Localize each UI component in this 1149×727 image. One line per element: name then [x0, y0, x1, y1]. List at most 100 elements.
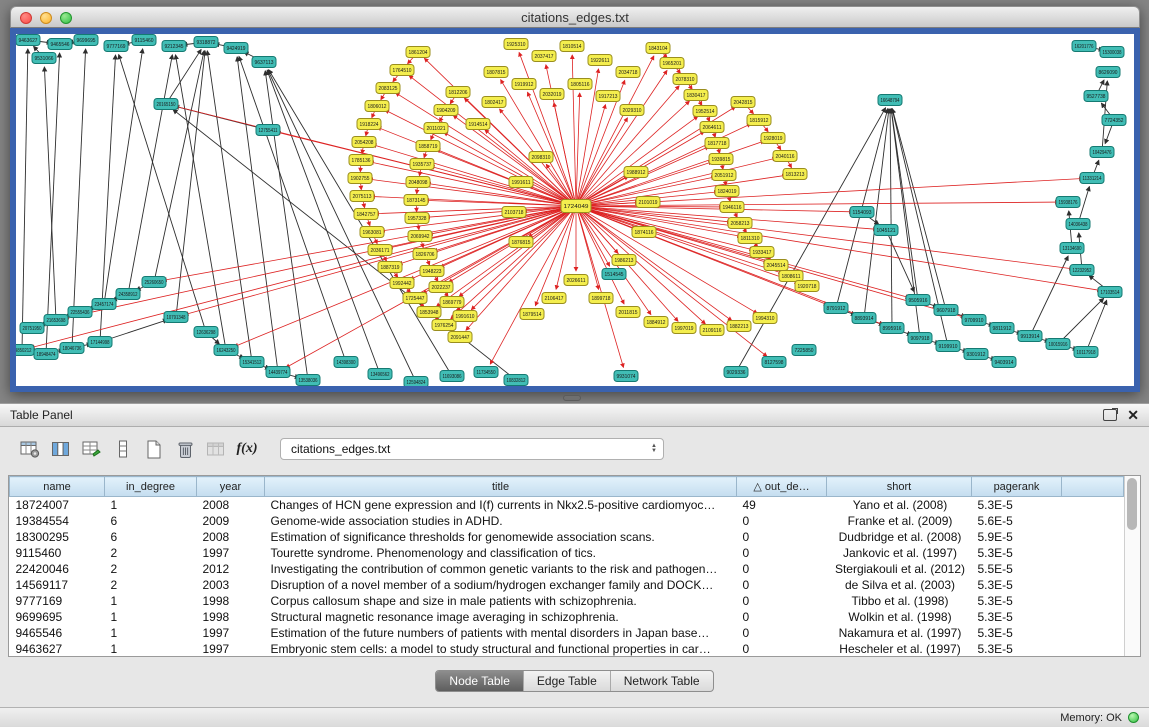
network-node[interactable]: 1997019	[672, 323, 696, 334]
network-node[interactable]: 9199910	[936, 341, 960, 352]
network-node[interactable]: 14398300	[334, 357, 358, 368]
network-node[interactable]: 2042815	[731, 97, 755, 108]
network-node[interactable]: 1802417	[482, 97, 506, 108]
tab-node-table[interactable]: Node Table	[436, 671, 523, 691]
network-node[interactable]: 16201776	[1072, 41, 1096, 52]
network-node[interactable]: 7225850	[792, 345, 816, 356]
network-canvas[interactable]: 1724049186120417645102083125180601219182…	[16, 34, 1134, 386]
column-header-out-degree[interactable]: △ out_de…	[737, 477, 827, 497]
network-node[interactable]: 1994310	[753, 313, 777, 324]
table-row[interactable]: 9699695 1 1998 Structural magnetic reson…	[10, 609, 1124, 625]
network-node[interactable]: 1918224	[357, 119, 381, 130]
network-node[interactable]: 2034718	[616, 67, 640, 78]
table-select-dropdown[interactable]: citations_edges.txt ▲▼	[280, 438, 664, 460]
network-node[interactable]: 9463627	[16, 35, 40, 46]
delete-icon[interactable]	[171, 436, 199, 462]
network-node[interactable]: 2075113	[350, 191, 374, 202]
network-node[interactable]: 18046736	[60, 343, 84, 354]
network-node[interactable]: 9777169	[104, 41, 128, 52]
network-node[interactable]: 1957328	[405, 213, 429, 224]
network-node[interactable]: 23457174	[92, 299, 116, 310]
network-node[interactable]: 12755411	[256, 125, 280, 136]
network-node[interactable]: 2011021	[424, 123, 448, 134]
network-node[interactable]: 1928019	[761, 133, 785, 144]
network-node[interactable]: 2103718	[502, 207, 526, 218]
network-node[interactable]: 1882213	[727, 321, 751, 332]
network-node[interactable]: 2048098	[406, 177, 430, 188]
network-node[interactable]: 1154093	[850, 207, 874, 218]
zoom-window-button[interactable]	[60, 12, 72, 24]
network-node[interactable]: 1810514	[560, 41, 584, 52]
network-node[interactable]: 9301912	[964, 349, 988, 360]
edit-table-icon[interactable]	[78, 436, 106, 462]
network-node[interactable]: 9527738	[1084, 91, 1108, 102]
network-node[interactable]: 1813213	[783, 169, 807, 180]
network-node[interactable]: 9424919	[224, 43, 248, 54]
tab-edge-table[interactable]: Edge Table	[523, 671, 610, 691]
table-scrollbar[interactable]	[1124, 476, 1140, 656]
network-node[interactable]: 2083125	[376, 83, 400, 94]
network-node[interactable]: 1843104	[646, 43, 670, 54]
network-node[interactable]: 1817718	[705, 138, 729, 149]
network-node[interactable]: 1805116	[568, 79, 592, 90]
show-columns-icon[interactable]	[47, 436, 75, 462]
network-node[interactable]: 9505916	[906, 295, 930, 306]
minimize-window-button[interactable]	[40, 12, 52, 24]
network-node[interactable]: 2037417	[532, 51, 556, 62]
network-node[interactable]: 1914514	[466, 119, 490, 130]
float-panel-icon[interactable]	[1103, 409, 1117, 421]
network-node[interactable]: 10117918	[1074, 347, 1098, 358]
network-node[interactable]: 1935737	[410, 159, 434, 170]
network-node[interactable]: 2022237	[429, 282, 453, 293]
table-row[interactable]: 9465546 1 1997 Estimation of the future …	[10, 625, 1124, 641]
network-node[interactable]: 1952514	[693, 106, 717, 117]
network-node[interactable]: 24358912	[116, 289, 140, 300]
import-table-icon[interactable]	[202, 436, 230, 462]
network-node[interactable]: 8791912	[824, 303, 848, 314]
network-node[interactable]: 22555436	[68, 307, 92, 318]
column-header-title[interactable]: title	[265, 477, 737, 497]
network-node[interactable]: 19850212	[16, 345, 34, 356]
network-node[interactable]: 14036438	[1066, 219, 1090, 230]
table-row[interactable]: 9777169 1 1998 Corpus callosum shape and…	[10, 593, 1124, 609]
network-node[interactable]: 9097918	[908, 333, 932, 344]
network-node[interactable]: 1963081	[360, 227, 384, 238]
table-row[interactable]: 9463627 1 1997 Embryonic stem cells: a m…	[10, 641, 1124, 657]
network-node[interactable]: 2036171	[368, 245, 392, 256]
network-node[interactable]: 2054208	[352, 137, 376, 148]
network-node[interactable]: 15341512	[240, 357, 264, 368]
network-node[interactable]: 1925310	[504, 39, 528, 50]
network-node[interactable]: 1830417	[684, 90, 708, 101]
network-node[interactable]: 2078310	[673, 74, 697, 85]
network-node[interactable]: 9913914	[1018, 331, 1042, 342]
network-node[interactable]: 9931074	[614, 371, 638, 382]
table-scrollbar-thumb[interactable]	[1127, 478, 1137, 530]
network-node[interactable]: 1873145	[404, 195, 428, 206]
network-node[interactable]: 10429476	[1090, 147, 1114, 158]
network-node[interactable]: 1853948	[417, 307, 441, 318]
network-node[interactable]: 9637113	[252, 57, 276, 68]
network-node[interactable]: 1933417	[750, 247, 774, 258]
network-node[interactable]: 14439774	[266, 367, 290, 378]
network-node[interactable]: 1876815	[509, 237, 533, 248]
network-node[interactable]: 8626090	[1096, 67, 1120, 78]
function-icon[interactable]: f(x)	[233, 436, 261, 462]
network-node[interactable]: 2106417	[542, 293, 566, 304]
network-node[interactable]: 2026611	[564, 275, 588, 286]
panel-resize-handle[interactable]	[563, 395, 581, 401]
network-node[interactable]: 2051912	[712, 170, 736, 181]
network-node[interactable]: 1976254	[432, 320, 456, 331]
network-node[interactable]: 9699695	[74, 35, 98, 46]
network-node[interactable]: 1986213	[612, 255, 636, 266]
network-node[interactable]: 1861204	[406, 47, 430, 58]
network-node[interactable]: 1965201	[660, 58, 684, 69]
column-header-in-degree[interactable]: in_degree	[105, 477, 197, 497]
network-node[interactable]: 15938176	[1056, 197, 1080, 208]
network-node[interactable]: 10791348	[164, 312, 188, 323]
network-node[interactable]: 1988912	[624, 167, 648, 178]
network-node[interactable]: 9709910	[962, 315, 986, 326]
column-header-pagerank[interactable]: pagerank	[972, 477, 1062, 497]
network-node[interactable]: 2101019	[636, 197, 660, 208]
network-node[interactable]: 1887319	[378, 262, 402, 273]
network-node[interactable]: 1824019	[715, 186, 739, 197]
